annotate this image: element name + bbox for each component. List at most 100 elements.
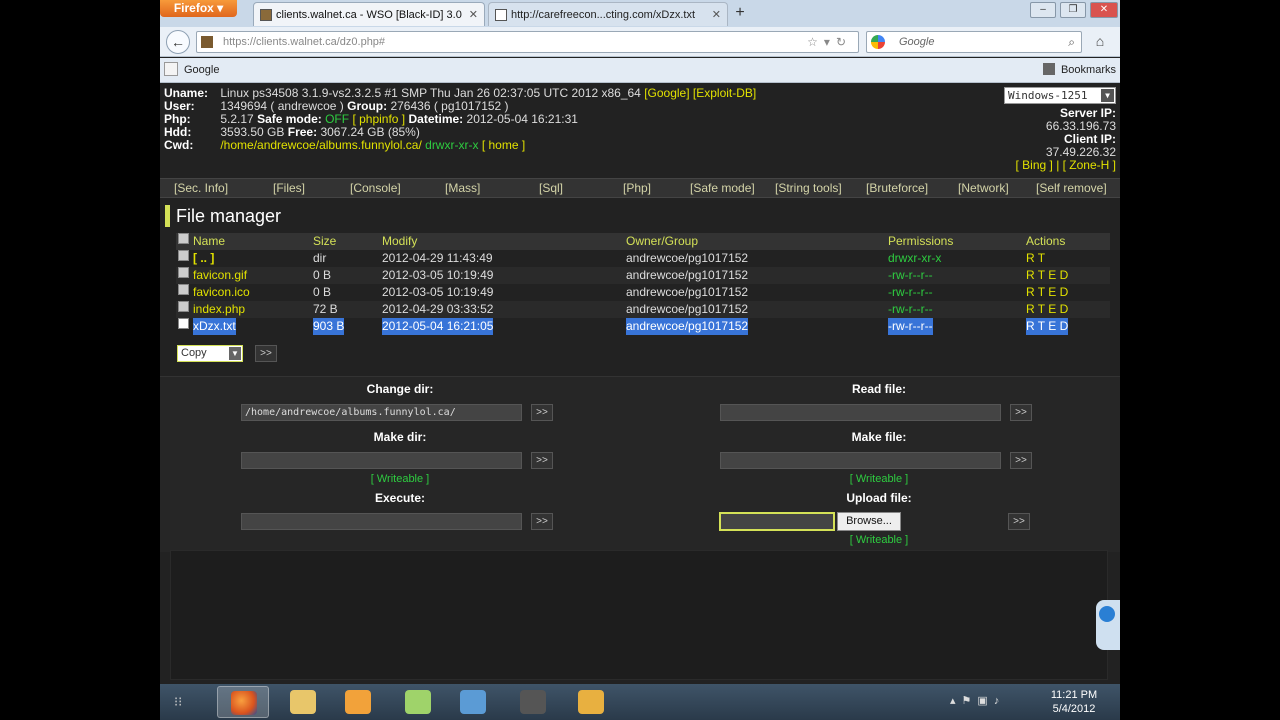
make-dir-go-button[interactable]: >> (531, 452, 553, 469)
change-dir-input[interactable]: /home/andrewcoe/albums.funnylol.ca/ (241, 404, 522, 421)
file-name[interactable]: [ .. ] (193, 250, 214, 267)
taskbar-media[interactable] (332, 686, 384, 718)
taskbar-explorer[interactable] (277, 686, 329, 718)
clock[interactable]: 11:21 PM 5/4/2012 (1036, 688, 1112, 716)
row-checkbox[interactable] (178, 301, 189, 312)
url-bar[interactable]: https://clients.walnet.ca/dz0.php# ☆▾↻ (196, 31, 859, 53)
start-button[interactable]: ⁝⁝ (174, 694, 182, 710)
url-text[interactable]: https://clients.walnet.ca/dz0.php# (223, 32, 385, 52)
menu-console[interactable]: [Console] (350, 181, 401, 195)
read-file-go-button[interactable]: >> (1010, 404, 1032, 421)
menu-safe-mode[interactable]: [Safe mode] (690, 181, 755, 195)
maximize-button[interactable]: ❐ (1060, 2, 1086, 18)
phpinfo-link[interactable]: [ phpinfo ] (352, 112, 405, 126)
menu-sec-info[interactable]: [Sec. Info] (174, 181, 228, 195)
tab-wso[interactable]: clients.walnet.ca - WSO [Black-ID] 3.0 ✕ (253, 2, 485, 26)
network-icon[interactable]: ▣ (977, 695, 993, 707)
search-bar[interactable]: Google ⌕ (866, 31, 1082, 53)
taskbar-tools[interactable] (565, 686, 617, 718)
bookmarks-menu[interactable]: Bookmarks (1042, 58, 1116, 83)
main-menu: [Sec. Info] [Files] [Console] [Mass] [Sq… (160, 178, 1120, 198)
file-name[interactable]: index.php (193, 301, 245, 318)
menu-self-remove[interactable]: [Self remove] (1036, 181, 1107, 195)
search-links[interactable]: [Google] [Exploit-DB] (644, 86, 756, 100)
tab-title: clients.walnet.ca - WSO [Black-ID] 3.0 (276, 9, 462, 21)
file-modify: 2012-03-05 10:19:49 (382, 285, 494, 299)
tray-arrow-icon[interactable]: ▴ (950, 695, 962, 707)
bulk-action-select[interactable]: Copy ▼ (177, 345, 243, 362)
menu-mass[interactable]: [Mass] (445, 181, 480, 195)
menu-bruteforce[interactable]: [Bruteforce] (866, 181, 928, 195)
read-file-input[interactable] (720, 404, 1001, 421)
menu-network[interactable]: [Network] (958, 181, 1009, 195)
back-button[interactable]: ← (166, 30, 190, 54)
select-all-checkbox[interactable] (178, 233, 189, 244)
cwd-path[interactable]: /home/andrewcoe/albums.funnylol.ca/ (220, 138, 421, 152)
dropdown-icon[interactable]: ▾ (824, 35, 836, 49)
reload-icon[interactable]: ↻ (836, 35, 852, 49)
bookmark-google[interactable]: Google (164, 58, 219, 83)
file-perms[interactable]: -rw-r--r-- (888, 284, 933, 301)
file-actions[interactable]: R T (1026, 250, 1045, 267)
bookmark-star-icon[interactable]: ☆ (807, 35, 824, 49)
charset-select[interactable]: Windows-1251 ▼ (1004, 87, 1116, 104)
minimize-button[interactable]: – (1030, 2, 1056, 18)
menu-files[interactable]: [Files] (273, 181, 305, 195)
col-size[interactable]: Size (313, 233, 336, 250)
close-tab-icon[interactable]: ✕ (712, 3, 721, 26)
bing-zoneh-links[interactable]: [ Bing ] | [ Zone-H ] (1016, 158, 1117, 172)
close-window-button[interactable]: ✕ (1090, 2, 1118, 18)
file-perms[interactable]: -rw-r--r-- (888, 318, 933, 335)
site-identity-icon[interactable] (201, 36, 213, 48)
browse-button[interactable]: Browse... (837, 512, 901, 531)
home-icon[interactable]: ⌂ (1090, 33, 1110, 51)
home-link[interactable]: [ home ] (482, 138, 525, 152)
file-perms[interactable]: -rw-r--r-- (888, 267, 933, 284)
file-actions[interactable]: R T E D (1026, 301, 1068, 318)
menu-string-tools[interactable]: [String tools] (775, 181, 842, 195)
menu-sql[interactable]: [Sql] (539, 181, 563, 195)
tray-flag-icon[interactable]: ⚑ (962, 695, 978, 707)
close-tab-icon[interactable]: ✕ (469, 3, 478, 26)
taskbar-notes[interactable] (392, 686, 444, 718)
file-name[interactable]: favicon.gif (193, 267, 247, 284)
folder-icon (290, 690, 316, 714)
col-modify[interactable]: Modify (382, 233, 417, 250)
row-checkbox[interactable] (178, 318, 189, 329)
file-perms[interactable]: -rw-r--r-- (888, 301, 933, 318)
new-tab-button[interactable]: + (728, 4, 752, 24)
col-name[interactable]: Name (193, 233, 225, 250)
file-actions[interactable]: R T E D (1026, 284, 1068, 301)
make-file-input[interactable] (720, 452, 1001, 469)
row-checkbox[interactable] (178, 284, 189, 295)
file-actions[interactable]: R T E D (1026, 267, 1068, 284)
file-perms[interactable]: drwxr-xr-x (888, 250, 941, 267)
file-name[interactable]: xDzx.txt (193, 318, 236, 335)
make-dir-input[interactable] (241, 452, 522, 469)
file-modify: 2012-03-05 10:19:49 (382, 268, 494, 282)
execute-input[interactable] (241, 513, 522, 530)
taskbar-firefox[interactable] (217, 686, 269, 718)
firefox-menu-button[interactable]: Firefox ▾ (160, 0, 237, 17)
make-dir-writeable: [ Writeable ] (370, 473, 430, 485)
search-input[interactable]: Google (899, 32, 934, 52)
row-checkbox[interactable] (178, 250, 189, 261)
bulk-go-button[interactable]: >> (255, 345, 277, 362)
volume-icon[interactable]: ♪ (994, 695, 1006, 707)
upload-go-button[interactable]: >> (1008, 513, 1030, 530)
upload-file-input[interactable] (719, 512, 835, 531)
make-file-go-button[interactable]: >> (1010, 452, 1032, 469)
file-actions[interactable]: R T E D (1026, 318, 1069, 335)
file-name[interactable]: favicon.ico (193, 284, 250, 301)
taskbar-document[interactable] (447, 686, 499, 718)
taskbar-camera[interactable] (507, 686, 559, 718)
change-dir-go-button[interactable]: >> (531, 404, 553, 421)
row-checkbox[interactable] (178, 267, 189, 278)
search-icon[interactable]: ⌕ (1068, 32, 1075, 52)
tab-xdzx[interactable]: http://carefreecon...cting.com/xDzx.txt … (488, 2, 728, 26)
bookmarks-icon (1042, 63, 1055, 75)
teamviewer-widget[interactable] (1096, 600, 1120, 650)
google-icon[interactable] (871, 35, 885, 49)
execute-go-button[interactable]: >> (531, 513, 553, 530)
menu-php[interactable]: [Php] (623, 181, 651, 195)
